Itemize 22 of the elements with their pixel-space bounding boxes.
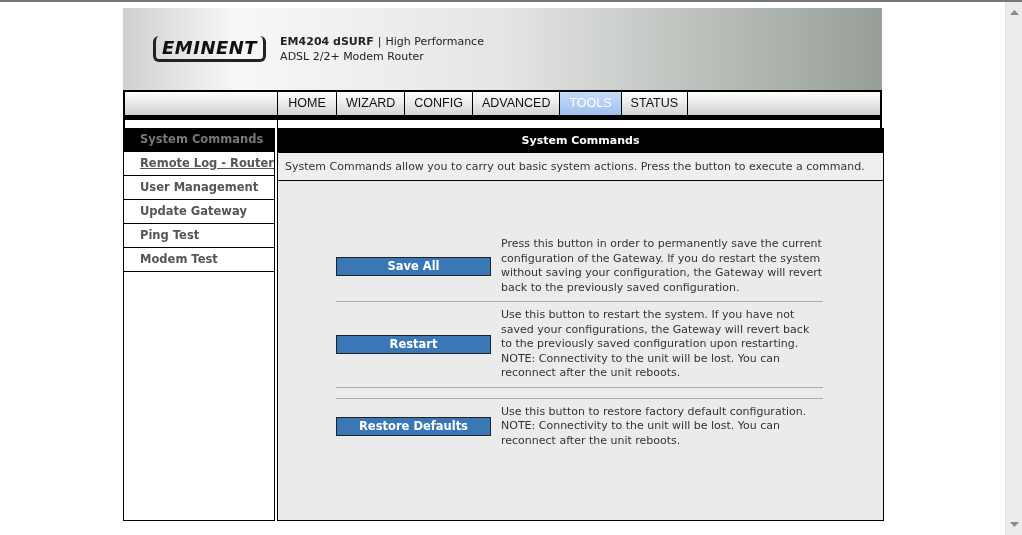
scroll-down-icon[interactable] <box>1009 522 1019 527</box>
brand-logo: EMINENT <box>153 36 267 62</box>
panel-title: System Commands <box>278 128 883 153</box>
product-tagline: High Performance <box>385 34 484 49</box>
product-name: EM4204 dSURF <box>280 34 374 49</box>
nav-tab[interactable]: HOME <box>278 92 337 115</box>
nav-tab[interactable]: ADVANCED <box>472 92 561 115</box>
command-description: Use this button to restart the system. If you have not saved your configurations, the Gateway will revert back to the previously saved configuration upon restarting. NOTE: Connectivity to the unit will be lost. You can reconnect after the unit reboots. <box>501 308 811 381</box>
command-description: Press this button in order to permanently save the current configuration of the Gateway. If you do restart the system without saving your configuration, the Gateway will revert back to the previously saved configuration. <box>501 237 823 295</box>
panel-description: System Commands allow you to carry out basic system actions. Press the button to execute a command. <box>278 153 883 181</box>
separator: | <box>377 34 382 49</box>
nav-tab[interactable]: WIZARD <box>337 92 406 115</box>
nav-tab[interactable]: CONFIG <box>405 92 473 115</box>
product-subtitle: ADSL 2/2+ Modem Router <box>280 49 425 64</box>
command-button[interactable]: Restart <box>336 334 491 354</box>
nav-tab[interactable]: STATUS <box>621 92 689 115</box>
scrollbar[interactable] <box>1005 2 1022 535</box>
sidebar-item[interactable]: System Commands <box>124 128 274 152</box>
command-button[interactable]: Restore Defaults <box>336 416 491 436</box>
command-button[interactable]: Save All <box>336 256 491 276</box>
scroll-up-icon[interactable] <box>1009 10 1019 15</box>
command-description: Use this button to restore factory default configuration. NOTE: Connectivity to the unit will be lost. You can reconnect after the unit reboots. <box>501 404 808 448</box>
